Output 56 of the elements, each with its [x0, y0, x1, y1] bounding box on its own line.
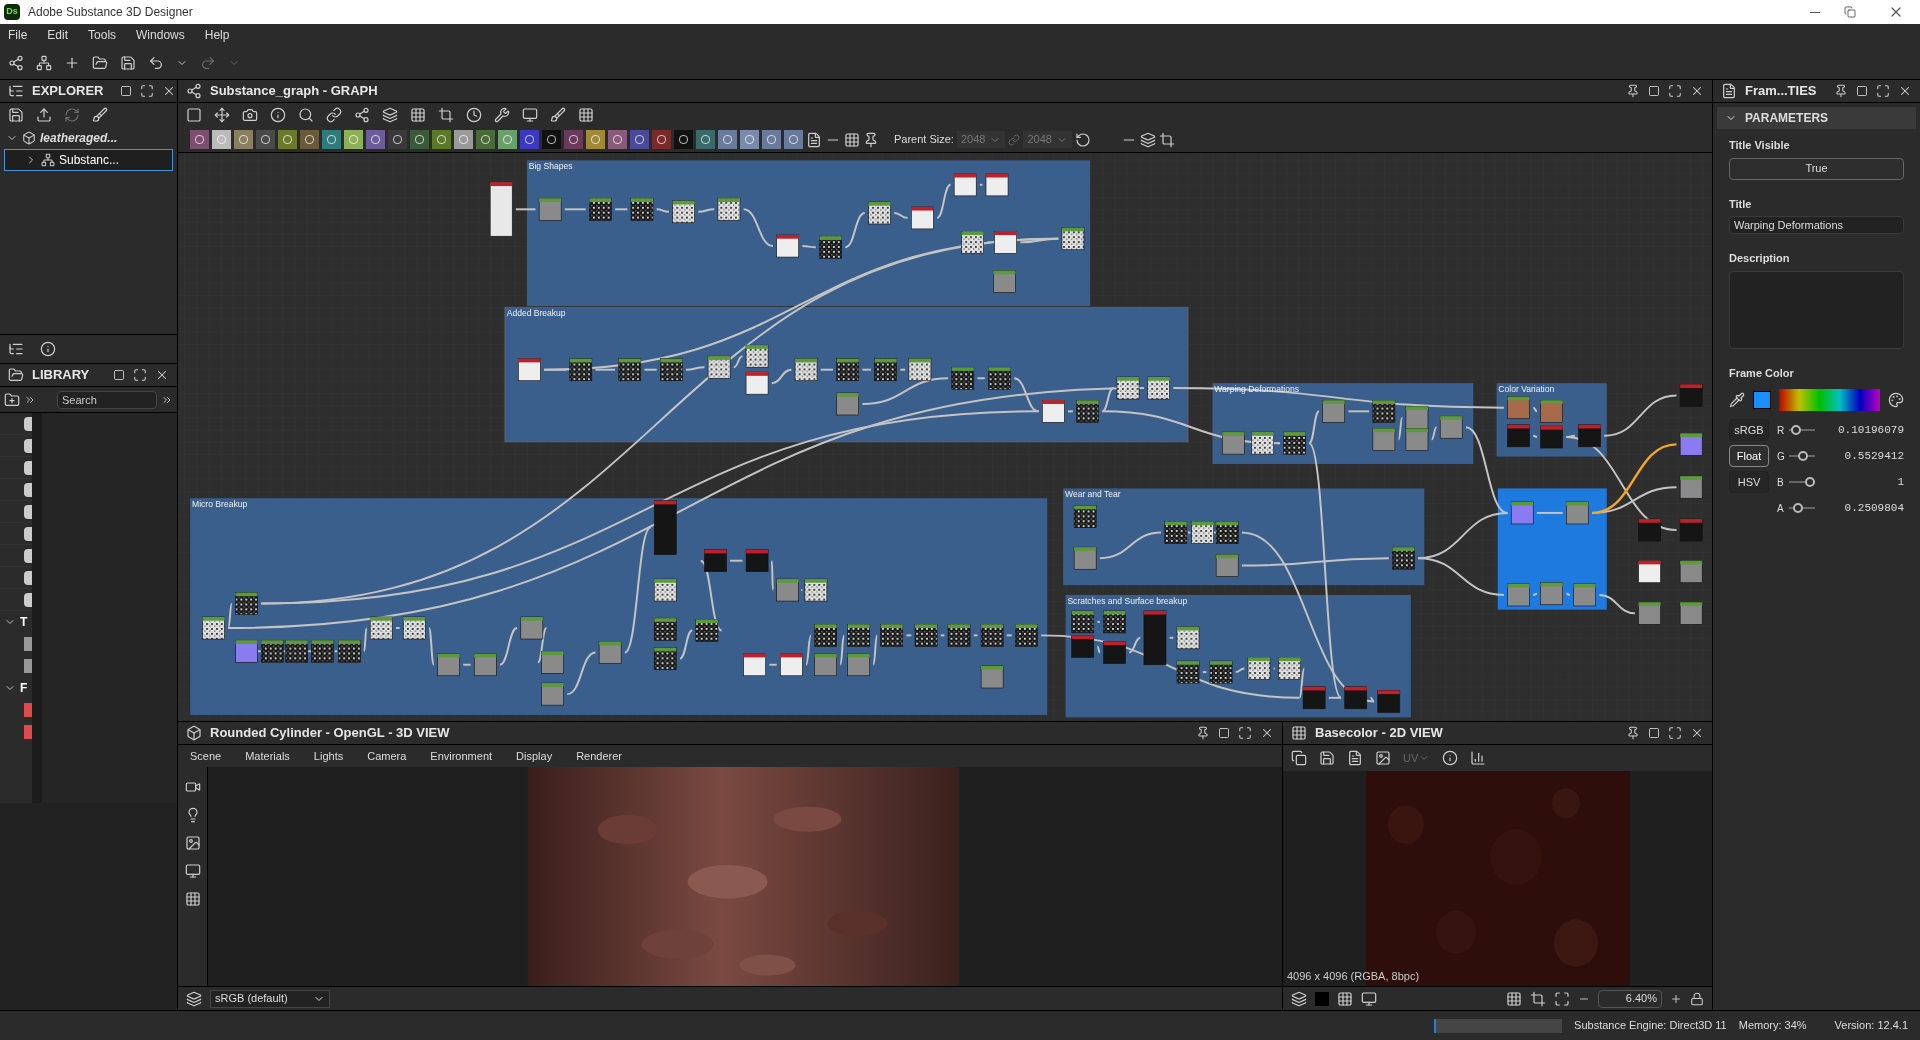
- view-menu-item[interactable]: Scene: [190, 747, 222, 765]
- memory-status: Memory: 34%: [1738, 1018, 1807, 1034]
- panel-title: Fram...TIES: [1745, 82, 1817, 101]
- color-mode-button[interactable]: HSV: [1729, 471, 1769, 493]
- color-mode-button[interactable]: Float: [1729, 445, 1769, 467]
- panel-title: Rounded Cylinder - OpenGL - 3D VIEW: [210, 724, 450, 743]
- channel-label: B: [1777, 475, 1785, 490]
- frame-title: Color Variation: [1498, 383, 1555, 394]
- view-menu-item[interactable]: Display: [516, 747, 553, 765]
- view-menu-item[interactable]: Lights: [313, 747, 344, 765]
- engine-status: Substance Engine: Direct3D 11: [1574, 1018, 1727, 1034]
- channel-value[interactable]: 0.10196079: [1819, 421, 1904, 439]
- menu-item[interactable]: Tools: [88, 26, 117, 44]
- section-header[interactable]: PARAMETERS: [1717, 107, 1916, 129]
- tree-item[interactable]: leatheraged...: [4, 127, 173, 149]
- frame-title: Micro Breakup: [192, 498, 248, 509]
- window-title: Adobe Substance 3D Designer: [28, 4, 193, 21]
- frame-title: Wear and Tear: [1065, 489, 1121, 499]
- frame-title: Big Shapes: [528, 160, 573, 171]
- channel-label: A: [1777, 501, 1785, 516]
- title-field[interactable]: Warping Deformations: [1729, 216, 1904, 234]
- channel-value[interactable]: 1: [1819, 473, 1904, 491]
- menu-item[interactable]: Help: [204, 26, 230, 44]
- channel-label: R: [1777, 423, 1785, 438]
- version-label: Version: 12.4.1: [1834, 1018, 1908, 1034]
- colorspace-dropdown[interactable]: sRGB (default): [210, 989, 330, 1008]
- category-label[interactable]: T: [20, 613, 28, 631]
- search-field[interactable]: Search: [57, 390, 157, 409]
- panel-title: EXPLORER: [32, 82, 104, 101]
- menu-item[interactable]: Edit: [47, 26, 69, 44]
- channel-label: G: [1777, 449, 1785, 464]
- channel-value[interactable]: 0.2509804: [1819, 499, 1904, 517]
- zoom-field[interactable]: 6.40%: [1598, 989, 1662, 1008]
- view-menu-item[interactable]: Environment: [430, 747, 493, 765]
- frame-title: Scratches and Surface breakup: [1067, 595, 1188, 606]
- app-logo: Ds: [4, 4, 20, 20]
- channel-value[interactable]: 0.5529412: [1819, 447, 1904, 465]
- field-label: Frame Color: [1729, 365, 1795, 381]
- view-menu-item[interactable]: Camera: [367, 747, 407, 765]
- panel-title: Basecolor - 2D VIEW: [1315, 724, 1443, 743]
- frame-title: Added Breakup: [506, 307, 566, 318]
- image-info: 4096 x 4096 (RGBA, 8bpc): [1287, 968, 1420, 984]
- field-label: Title: [1729, 196, 1753, 212]
- field-label: Title Visible: [1729, 138, 1791, 153]
- panel-title: LIBRARY: [32, 366, 90, 385]
- field-label: Description: [1729, 251, 1791, 266]
- parent-size-label: Parent Size:: [894, 132, 954, 148]
- toggle-button[interactable]: True: [1729, 157, 1904, 180]
- view-menu-item[interactable]: Renderer: [576, 747, 622, 765]
- menu-item[interactable]: File: [8, 26, 28, 44]
- color-mode-button[interactable]: sRGB: [1729, 419, 1769, 441]
- view-menu-item[interactable]: Materials: [245, 747, 290, 765]
- category-label[interactable]: F: [20, 679, 28, 697]
- menu-item[interactable]: Windows: [136, 26, 185, 44]
- tree-item[interactable]: Substanc...: [4, 149, 173, 171]
- panel-title: Substance_graph - GRAPH: [210, 82, 378, 101]
